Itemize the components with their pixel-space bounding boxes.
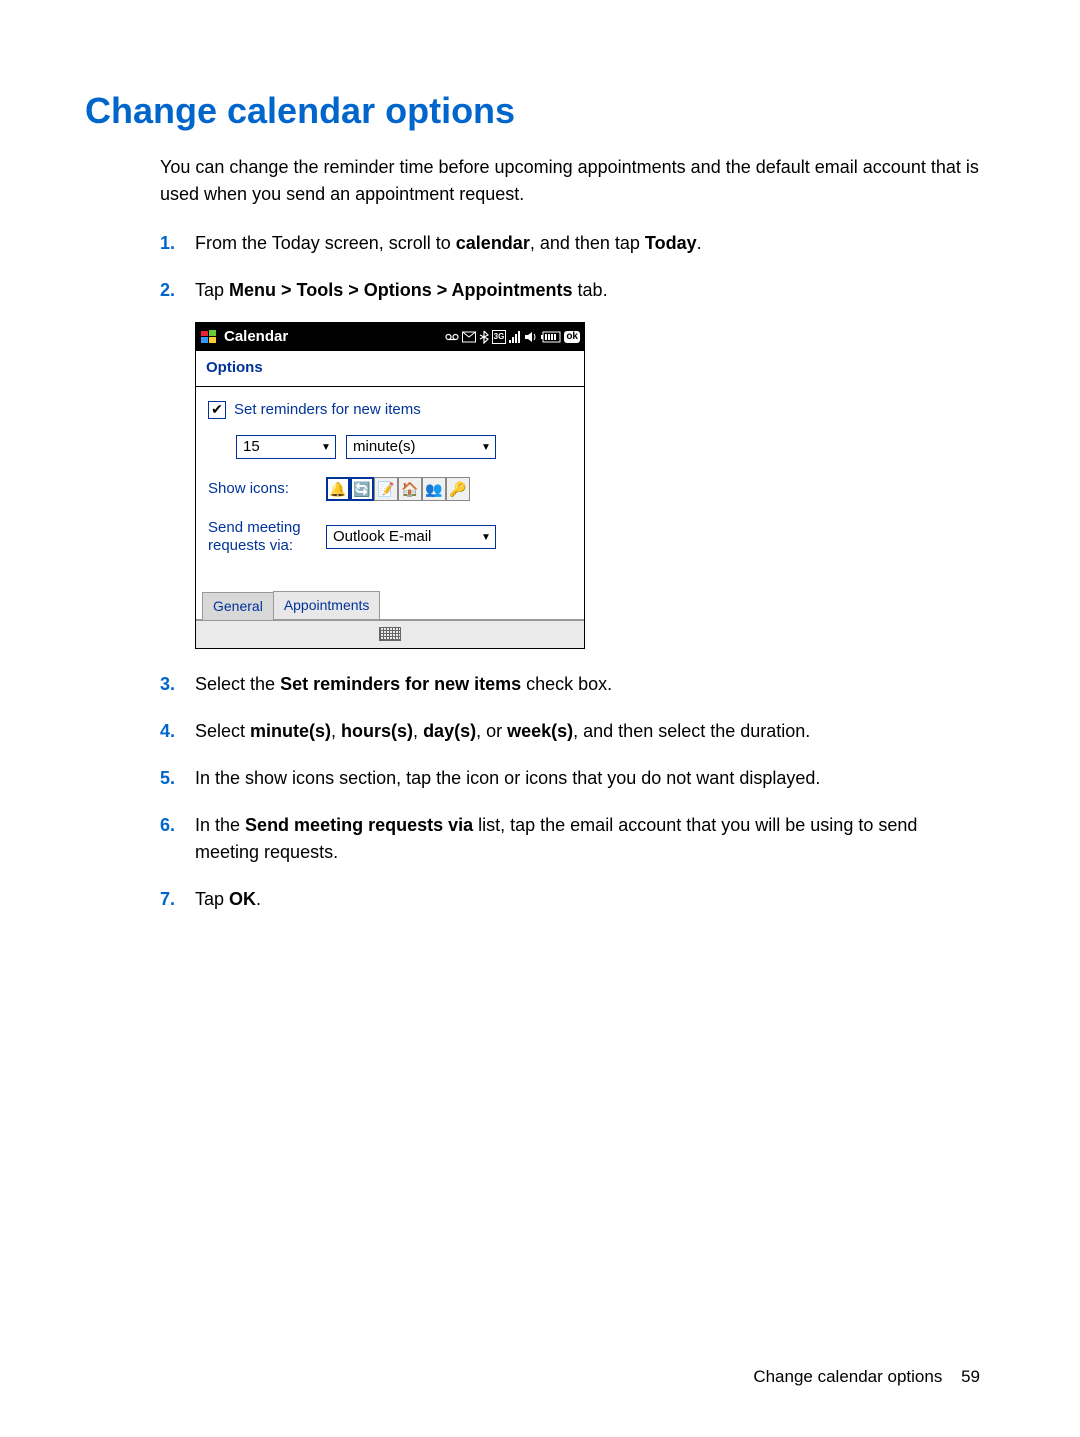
windows-logo-icon: [200, 328, 218, 346]
step-text: tab.: [573, 280, 608, 300]
step-bold: Set reminders for new items: [280, 674, 521, 694]
step-number: 2.: [160, 277, 175, 304]
step-text: , and then tap: [530, 233, 645, 253]
keyboard-icon[interactable]: [379, 627, 401, 641]
private-icon[interactable]: 🔑: [446, 477, 470, 501]
recurrence-icon[interactable]: 🔄: [350, 477, 374, 501]
step-text: Tap: [195, 889, 229, 909]
step-5: 5. In the show icons section, tap the ic…: [160, 765, 980, 792]
step-number: 6.: [160, 812, 175, 839]
step-text: Tap: [195, 280, 229, 300]
bottom-bar: [196, 620, 584, 648]
tab-appointments[interactable]: Appointments: [273, 591, 381, 619]
step-bold: Today: [645, 233, 697, 253]
step-text: , and then select the duration.: [573, 721, 810, 741]
step-2: 2. Tap Menu > Tools > Options > Appointm…: [160, 277, 980, 649]
send-requests-dropdown[interactable]: Outlook E-mail ▼: [326, 525, 496, 549]
step-bold: Send meeting requests via: [245, 815, 473, 835]
reminder-bell-icon[interactable]: 🔔: [326, 477, 350, 501]
show-icons-label: Show icons:: [208, 478, 308, 501]
voicemail-icon: [445, 332, 459, 342]
step-bold: calendar: [456, 233, 530, 253]
options-panel: ✔ Set reminders for new items 15 ▼ minut…: [196, 387, 584, 577]
chevron-down-icon: ▼: [477, 440, 495, 455]
step-text: .: [697, 233, 702, 253]
step-text: In the: [195, 815, 245, 835]
chevron-down-icon: ▼: [477, 530, 495, 545]
network-3g-icon: 3G: [492, 330, 507, 344]
step-text: .: [256, 889, 261, 909]
step-bold: hours(s): [341, 721, 413, 741]
step-number: 4.: [160, 718, 175, 745]
step-bold: week(s): [507, 721, 573, 741]
mail-icon: [462, 331, 476, 343]
titlebar: Calendar 3G: [196, 323, 584, 351]
device-screenshot: Calendar 3G: [195, 322, 585, 649]
speaker-icon: [524, 331, 538, 343]
attendees-icon[interactable]: 👥: [422, 477, 446, 501]
step-bold: Menu > Tools > Options > Appointments: [229, 280, 573, 300]
page-heading: Change calendar options: [85, 90, 980, 132]
battery-icon: [541, 331, 561, 343]
ok-button[interactable]: ok: [564, 331, 580, 343]
page-footer: Change calendar options 59: [753, 1367, 980, 1387]
step-4: 4. Select minute(s), hours(s), day(s), o…: [160, 718, 980, 745]
panel-subheader: Options: [196, 351, 584, 387]
intro-paragraph: You can change the reminder time before …: [160, 154, 980, 208]
step-bold: day(s): [423, 721, 476, 741]
chevron-down-icon: ▼: [317, 440, 335, 455]
step-text: From the Today screen, scroll to: [195, 233, 456, 253]
tab-general[interactable]: General: [202, 592, 274, 620]
step-text: ,: [331, 721, 341, 741]
set-reminders-label: Set reminders for new items: [234, 399, 421, 422]
reminder-unit: minute(s): [347, 436, 477, 459]
step-6: 6. In the Send meeting requests via list…: [160, 812, 980, 866]
step-text: ,: [413, 721, 423, 741]
step-bold: minute(s): [250, 721, 331, 741]
send-requests-label: Send meeting requests via:: [208, 519, 308, 555]
icon-strip: 🔔 🔄 📝 🏠 👥 🔑: [326, 477, 470, 501]
step-text: Select: [195, 721, 250, 741]
step-7: 7. Tap OK.: [160, 886, 980, 913]
step-text: check box.: [521, 674, 612, 694]
reminder-value-dropdown[interactable]: 15 ▼: [236, 435, 336, 459]
step-text: , or: [476, 721, 507, 741]
step-3: 3. Select the Set reminders for new item…: [160, 671, 980, 698]
footer-label: Change calendar options: [753, 1367, 942, 1386]
reminder-value: 15: [237, 436, 317, 459]
signal-icon: [509, 331, 521, 343]
send-requests-value: Outlook E-mail: [327, 526, 477, 549]
set-reminders-checkbox[interactable]: ✔: [208, 401, 226, 419]
bluetooth-icon: [479, 330, 489, 344]
page-number: 59: [961, 1367, 980, 1386]
note-icon[interactable]: 📝: [374, 477, 398, 501]
step-number: 1.: [160, 230, 175, 257]
reminder-unit-dropdown[interactable]: minute(s) ▼: [346, 435, 496, 459]
step-number: 3.: [160, 671, 175, 698]
step-1: 1. From the Today screen, scroll to cale…: [160, 230, 980, 257]
step-number: 7.: [160, 886, 175, 913]
step-text: In the show icons section, tap the icon …: [195, 768, 820, 788]
step-number: 5.: [160, 765, 175, 792]
titlebar-title: Calendar: [224, 326, 439, 349]
location-icon[interactable]: 🏠: [398, 477, 422, 501]
step-bold: OK: [229, 889, 256, 909]
tabs: General Appointments: [196, 577, 584, 620]
step-text: Select the: [195, 674, 280, 694]
status-icons: 3G ok: [445, 330, 580, 344]
